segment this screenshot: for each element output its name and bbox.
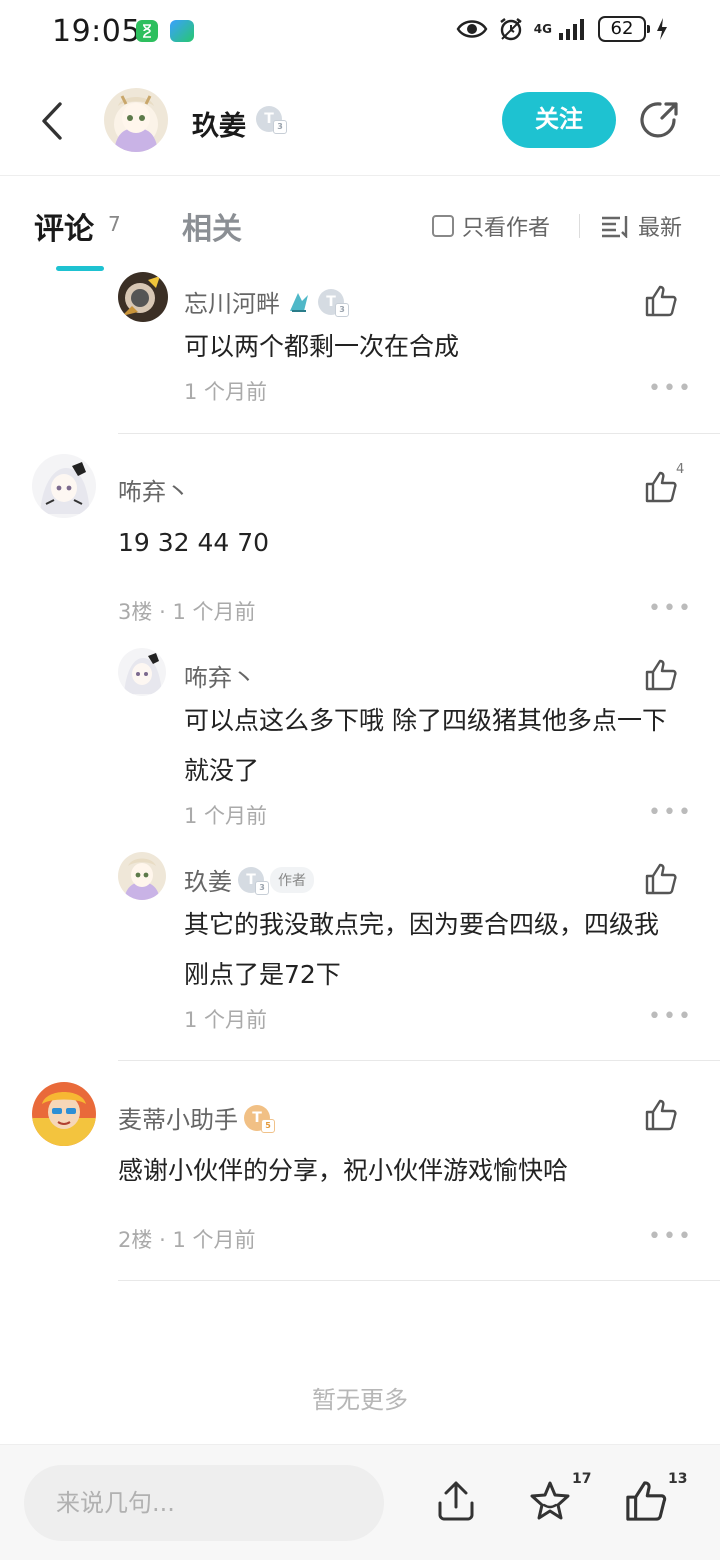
like-button[interactable] <box>644 284 678 318</box>
author-name[interactable]: 麦蒂小助手 <box>118 1100 238 1135</box>
comment-text: 19 32 44 70 <box>118 528 270 557</box>
only-author-label: 只看作者 <box>462 216 551 241</box>
more-options-button[interactable]: ••• <box>648 378 693 400</box>
network-type: 4G <box>533 22 552 36</box>
comment-author: 忘川河畔 T <box>184 284 349 319</box>
like-button[interactable] <box>644 470 678 504</box>
favorite-button[interactable] <box>528 1479 572 1523</box>
comment-author: 咘弃丶 <box>184 658 256 693</box>
like-button[interactable] <box>644 862 678 896</box>
comment-text: 可以点这么多下哦 除了四级猪其他多点一下就没了 <box>184 706 667 785</box>
floor-number: 2楼 <box>118 1228 153 1252</box>
like-count: 13 <box>668 1471 688 1487</box>
like-button[interactable] <box>624 1479 668 1523</box>
thumbs-up-icon <box>645 285 677 317</box>
thumbs-up-icon <box>645 863 677 895</box>
chevron-left-icon <box>42 102 62 140</box>
comment-time: 1 个月前 <box>184 804 268 828</box>
favorite-count: 17 <box>572 1471 592 1487</box>
avatar[interactable] <box>118 852 166 900</box>
status-bar: 19:05 4G 62 <box>0 0 720 66</box>
avatar[interactable] <box>32 454 96 518</box>
hourglass-app-icon <box>136 20 158 42</box>
divider <box>118 433 720 434</box>
comment-author: 玖姜 T 作者 <box>184 862 314 897</box>
star-icon <box>530 1481 570 1520</box>
more-options-button[interactable]: ••• <box>648 802 693 824</box>
author-name[interactable]: 忘川河畔 <box>184 284 280 319</box>
comment-time: 1 个月前 <box>172 600 256 624</box>
comment-time: 1 个月前 <box>184 380 268 404</box>
top-header: 玖姜 T 关注 <box>0 66 720 176</box>
more-options-button[interactable]: ••• <box>648 1006 693 1028</box>
more-options-button[interactable]: ••• <box>648 1226 693 1248</box>
signal-icon <box>559 19 584 40</box>
author-name[interactable]: 咘弃丶 <box>118 472 190 507</box>
comment-text: 感谢小伙伴的分享，祝小伙伴游戏愉快哈 <box>118 1156 569 1185</box>
comment-input[interactable]: 来说几句... <box>24 1465 384 1541</box>
only-author-toggle[interactable]: 只看作者 <box>432 210 550 242</box>
battery-indicator: 62 <box>598 16 650 42</box>
comment-meta: 3楼 · 1 个月前 <box>118 596 255 626</box>
charging-icon <box>657 18 667 40</box>
thumbs-up-icon <box>645 1099 677 1131</box>
like-button[interactable] <box>644 658 678 692</box>
game-badge-icon <box>290 292 308 312</box>
comment-author: 麦蒂小助手 T <box>118 1100 275 1135</box>
comment-time: 1 个月前 <box>172 1228 256 1252</box>
author-avatar[interactable] <box>104 88 168 152</box>
status-time: 19:05 <box>52 14 141 49</box>
tab-comments[interactable]: 评论 <box>34 204 94 248</box>
share-button[interactable] <box>638 98 682 142</box>
bottom-action-bar: 来说几句... 17 13 <box>0 1444 720 1560</box>
comment-meta: 2楼 · 1 个月前 <box>118 1224 255 1254</box>
level-badge-icon: T <box>244 1104 275 1133</box>
avatar[interactable] <box>118 648 166 696</box>
author-name[interactable]: 玖姜 <box>192 104 246 143</box>
divider <box>118 1280 720 1281</box>
sort-icon <box>602 216 628 238</box>
author-name[interactable]: 玖姜 <box>184 862 232 897</box>
thumbs-up-icon <box>626 1481 667 1521</box>
like-button[interactable] <box>644 1098 678 1132</box>
comment-text: 其它的我没敢点完，因为要合四级，四级我刚点了是72下 <box>184 910 660 989</box>
meta-separator: · <box>159 1228 166 1252</box>
comment-author: 咘弃丶 <box>118 472 190 507</box>
active-tab-indicator <box>56 266 104 271</box>
comment-tabs: 评论 7 相关 只看作者 最新 <box>0 176 720 272</box>
sort-label: 最新 <box>638 216 683 241</box>
share-button[interactable] <box>434 1479 478 1523</box>
avatar[interactable] <box>32 1082 96 1146</box>
divider <box>118 1060 720 1061</box>
meta-separator: · <box>159 600 166 624</box>
back-button[interactable] <box>34 96 74 146</box>
author-tag: 作者 <box>270 866 314 893</box>
eye-icon <box>456 20 488 38</box>
avatar[interactable] <box>118 272 168 322</box>
upload-share-icon <box>438 1481 474 1521</box>
comment-time: 1 个月前 <box>184 1008 268 1032</box>
checkbox-icon[interactable] <box>432 215 454 237</box>
like-count: 4 <box>676 462 685 477</box>
alarm-icon <box>500 18 522 41</box>
tab-related[interactable]: 相关 <box>182 204 242 248</box>
no-more-label: 暂无更多 <box>312 1386 408 1414</box>
sort-button[interactable]: 最新 <box>600 210 682 242</box>
gallery-app-icon <box>170 20 194 42</box>
follow-button[interactable]: 关注 <box>502 92 616 148</box>
divider <box>579 214 580 238</box>
comments-count: 7 <box>108 212 121 236</box>
comment-text: 可以两个都剩一次在合成 <box>184 332 460 361</box>
more-options-button[interactable]: ••• <box>648 598 693 620</box>
thumbs-up-icon <box>645 471 677 503</box>
share-icon <box>640 102 678 138</box>
level-badge-icon: T <box>318 288 349 317</box>
floor-number: 3楼 <box>118 600 153 624</box>
thumbs-up-icon <box>645 659 677 691</box>
level-badge-icon: T <box>256 106 287 134</box>
author-name[interactable]: 咘弃丶 <box>184 658 256 693</box>
level-badge-icon: T <box>238 866 269 895</box>
